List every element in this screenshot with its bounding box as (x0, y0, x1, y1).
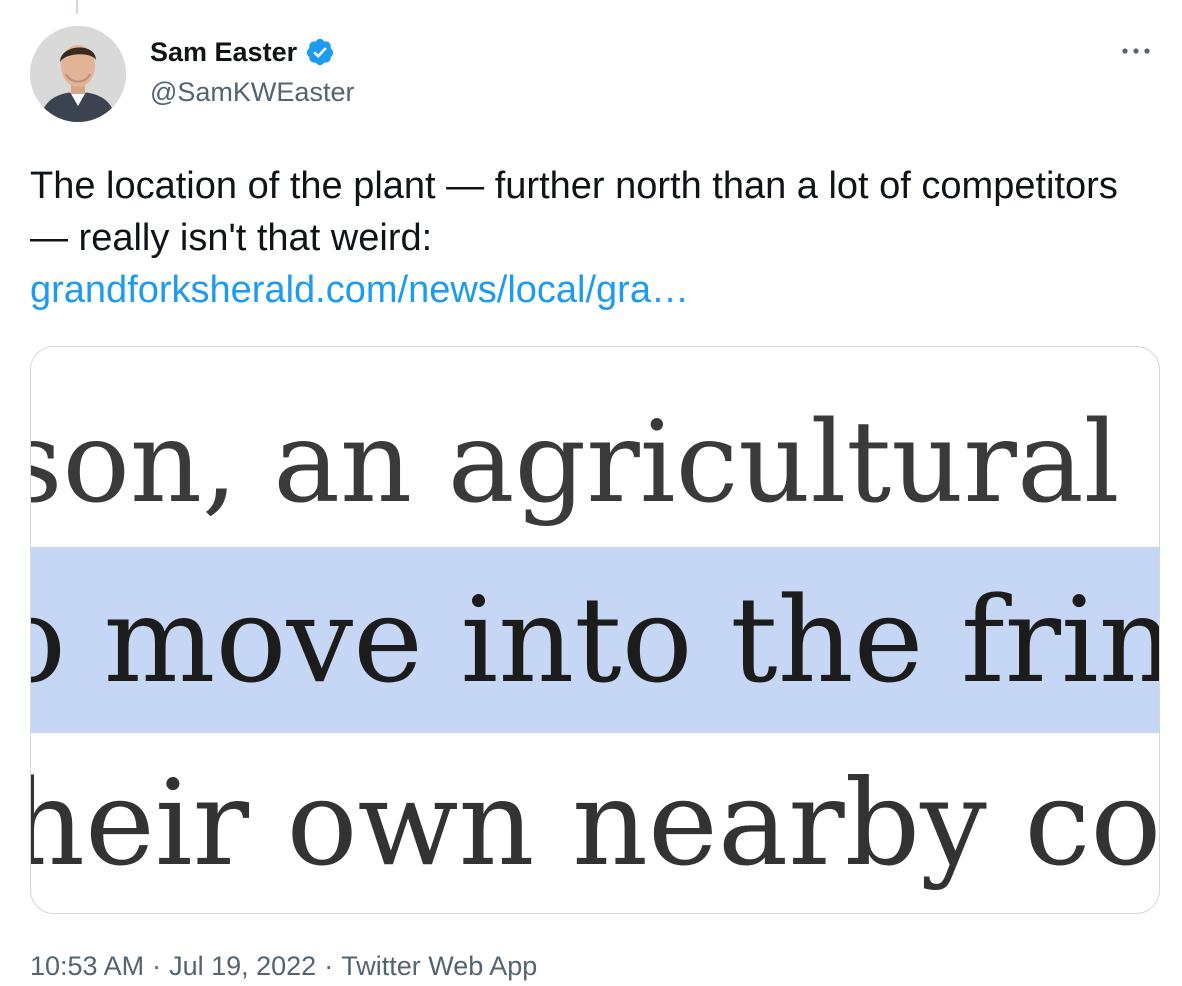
media-line-3-text: heir own nearby corr (31, 754, 1159, 892)
media-line-1-text: son, an agricultural e (31, 398, 1159, 528)
tweet-date[interactable]: Jul 19, 2022 (169, 951, 316, 981)
author-names: Sam Easter @SamKWEaster (150, 36, 354, 108)
meta-separator: · (324, 951, 334, 981)
tweet-meta: 10:53 AM · Jul 19, 2022 · Twitter Web App (30, 946, 537, 986)
verified-badge-icon[interactable] (305, 37, 335, 67)
tweet-time[interactable]: 10:53 AM (30, 951, 144, 981)
tweet-media-card[interactable]: son, an agricultural e o move into the f… (30, 346, 1160, 914)
author-display-name[interactable]: Sam Easter (150, 36, 297, 68)
tweet-header: Sam Easter @SamKWEaster (30, 26, 1162, 126)
thread-connector-line (76, 0, 78, 14)
author-handle[interactable]: @SamKWEaster (150, 76, 354, 108)
avatar[interactable] (30, 26, 126, 122)
media-line-2-text: o move into the fring (31, 571, 1159, 709)
media-text-line-1: son, an agricultural e (31, 373, 1159, 553)
media-text-line-3: heir own nearby corr (31, 743, 1159, 913)
tweet-source[interactable]: Twitter Web App (341, 951, 537, 981)
tweet-link[interactable]: grandforksherald.com/news/local/gra… (30, 269, 689, 311)
display-name-row: Sam Easter (150, 36, 354, 68)
avatar-image (30, 26, 126, 122)
tweet-text: The location of the plant — further nort… (30, 160, 1150, 316)
media-text-line-2: o move into the fring (31, 547, 1159, 733)
more-options-icon[interactable] (1116, 36, 1156, 66)
meta-separator: · (152, 951, 162, 981)
tweet-body: The location of the plant — further nort… (30, 165, 1118, 259)
